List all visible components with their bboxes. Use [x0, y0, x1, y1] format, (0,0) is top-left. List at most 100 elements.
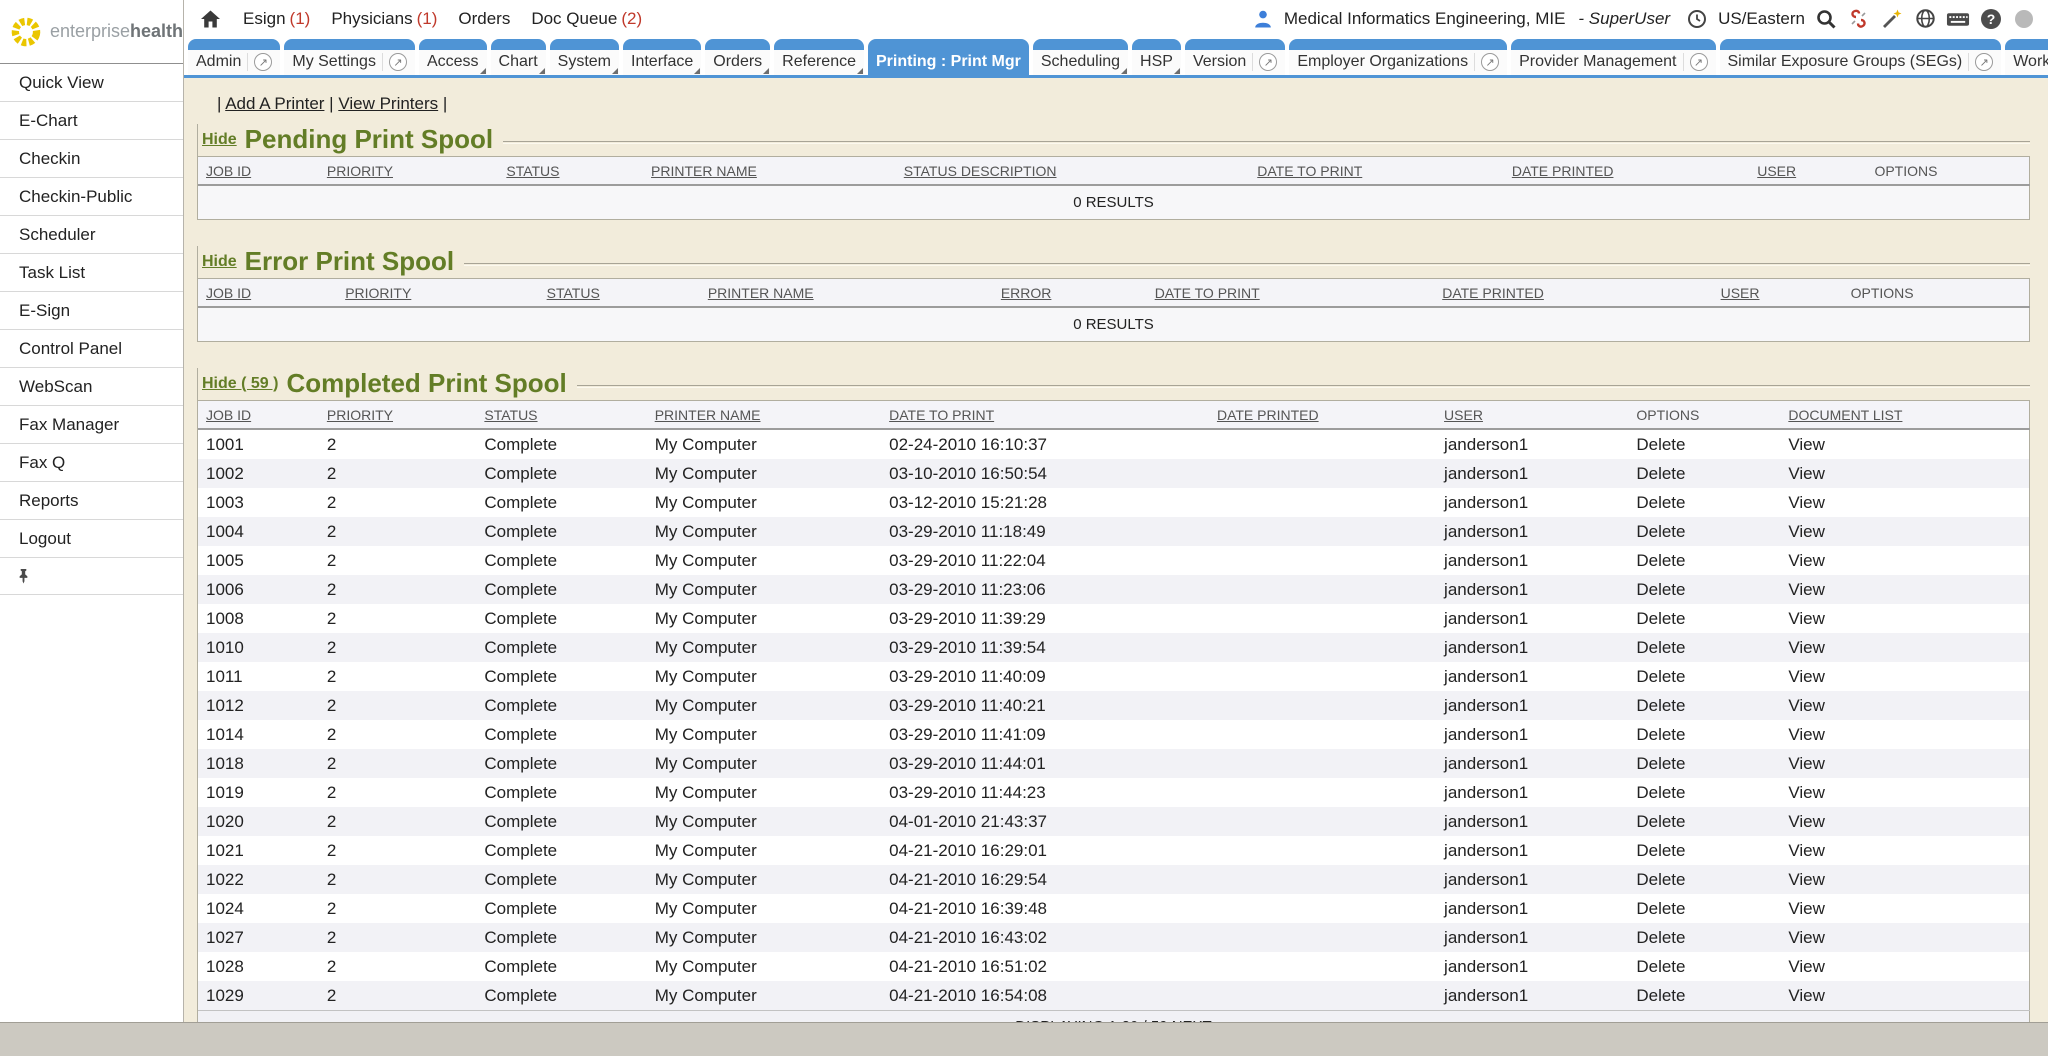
column-header-label[interactable]: ERROR: [1001, 285, 1052, 301]
column-header-label[interactable]: PRINTER NAME: [651, 163, 757, 179]
column-header-label[interactable]: USER: [1757, 163, 1796, 179]
delete-link[interactable]: Delete: [1636, 957, 1685, 976]
tab-work-locations[interactable]: Work Locations↗: [2005, 39, 2048, 75]
topbar-item-orders[interactable]: Orders: [458, 9, 510, 29]
view-link[interactable]: View: [1788, 638, 1825, 657]
tab-interface[interactable]: Interface: [623, 39, 701, 75]
column-header-date-printed[interactable]: DATE PRINTED: [1434, 279, 1712, 308]
organization-name[interactable]: Medical Informatics Engineering, MIE: [1284, 9, 1566, 29]
keyboard-icon[interactable]: [1946, 7, 1970, 31]
column-header-label[interactable]: STATUS: [547, 285, 600, 301]
column-header-label[interactable]: DATE TO PRINT: [1155, 285, 1260, 301]
view-link[interactable]: View: [1788, 464, 1825, 483]
delete-link[interactable]: Delete: [1636, 754, 1685, 773]
column-header-label[interactable]: DATE TO PRINT: [889, 407, 994, 423]
magic-wand-icon[interactable]: [1880, 7, 1904, 31]
sidebar-pin-button[interactable]: [0, 558, 183, 595]
tab-printing-print-mgr[interactable]: Printing : Print Mgr: [868, 39, 1029, 75]
column-header-label[interactable]: JOB ID: [206, 163, 251, 179]
tab-chart[interactable]: Chart: [491, 39, 546, 75]
column-header-label[interactable]: DATE PRINTED: [1217, 407, 1319, 423]
tab-admin[interactable]: Admin↗: [188, 39, 280, 75]
tab-system[interactable]: System: [550, 39, 619, 75]
open-in-new-window-icon[interactable]: ↗: [254, 53, 272, 71]
column-header-printer-name[interactable]: PRINTER NAME: [647, 401, 881, 430]
column-header-label[interactable]: DATE PRINTED: [1442, 285, 1544, 301]
delete-link[interactable]: Delete: [1636, 580, 1685, 599]
delete-link[interactable]: Delete: [1636, 812, 1685, 831]
tab-similar-exposure-groups-segs[interactable]: Similar Exposure Groups (SEGs)↗: [1720, 39, 2002, 75]
column-header-label[interactable]: PRIORITY: [327, 407, 393, 423]
delete-link[interactable]: Delete: [1636, 928, 1685, 947]
view-link[interactable]: View: [1788, 870, 1825, 889]
column-header-label[interactable]: PRIORITY: [327, 163, 393, 179]
open-in-new-window-icon[interactable]: ↗: [389, 53, 407, 71]
topbar-item-esign[interactable]: Esign(1): [243, 9, 310, 29]
view-link[interactable]: View: [1788, 493, 1825, 512]
delete-link[interactable]: Delete: [1636, 696, 1685, 715]
sidebar-item-webscan[interactable]: WebScan: [0, 368, 183, 406]
sidebar-item-checkin-public[interactable]: Checkin-Public: [0, 178, 183, 216]
tab-access[interactable]: Access: [419, 39, 487, 75]
delete-link[interactable]: Delete: [1636, 493, 1685, 512]
column-header-user[interactable]: USER: [1436, 401, 1628, 430]
sidebar-item-reports[interactable]: Reports: [0, 482, 183, 520]
column-header-date-to-print[interactable]: DATE TO PRINT: [1249, 157, 1504, 186]
column-header-priority[interactable]: PRIORITY: [319, 401, 477, 430]
tab-my-settings[interactable]: My Settings↗: [284, 39, 415, 75]
view-link[interactable]: View: [1788, 754, 1825, 773]
column-header-date-printed[interactable]: DATE PRINTED: [1209, 401, 1436, 430]
column-header-printer-name[interactable]: PRINTER NAME: [643, 157, 896, 186]
sidebar-item-quick-view[interactable]: Quick View: [0, 64, 183, 102]
tab-reference[interactable]: Reference: [774, 39, 864, 75]
completed-hide-link[interactable]: Hide ( 59 ): [202, 375, 278, 393]
view-link[interactable]: View: [1788, 986, 1825, 1005]
tab-provider-management[interactable]: Provider Management↗: [1511, 39, 1715, 75]
open-in-new-window-icon[interactable]: ↗: [1259, 53, 1277, 71]
view-link[interactable]: View: [1788, 580, 1825, 599]
column-header-status-description[interactable]: STATUS DESCRIPTION: [896, 157, 1249, 186]
delete-link[interactable]: Delete: [1636, 899, 1685, 918]
column-header-date-printed[interactable]: DATE PRINTED: [1504, 157, 1749, 186]
open-in-new-window-icon[interactable]: ↗: [1690, 53, 1708, 71]
column-header-printer-name[interactable]: PRINTER NAME: [700, 279, 993, 308]
column-header-label[interactable]: STATUS: [484, 407, 537, 423]
delete-link[interactable]: Delete: [1636, 435, 1685, 454]
search-icon[interactable]: [1814, 7, 1838, 31]
delete-link[interactable]: Delete: [1636, 783, 1685, 802]
column-header-job-id[interactable]: JOB ID: [198, 157, 319, 186]
column-header-job-id[interactable]: JOB ID: [198, 279, 337, 308]
tab-hsp[interactable]: HSP: [1132, 39, 1181, 75]
view-link[interactable]: View: [1788, 928, 1825, 947]
delete-link[interactable]: Delete: [1636, 464, 1685, 483]
column-header-label[interactable]: PRINTER NAME: [655, 407, 761, 423]
help-icon[interactable]: ?: [1979, 7, 2003, 31]
column-header-label[interactable]: PRINTER NAME: [708, 285, 814, 301]
column-header-user[interactable]: USER: [1749, 157, 1866, 186]
topbar-item-physicians[interactable]: Physicians(1): [331, 9, 437, 29]
view-printers-link[interactable]: View Printers: [338, 94, 438, 113]
column-header-label[interactable]: USER: [1721, 285, 1760, 301]
delete-link[interactable]: Delete: [1636, 667, 1685, 686]
view-link[interactable]: View: [1788, 812, 1825, 831]
column-header-label[interactable]: DATE PRINTED: [1512, 163, 1614, 179]
sidebar-item-logout[interactable]: Logout: [0, 520, 183, 558]
view-link[interactable]: View: [1788, 609, 1825, 628]
broken-link-icon[interactable]: [1847, 7, 1871, 31]
timezone-label[interactable]: US/Eastern: [1718, 9, 1805, 29]
globe-icon[interactable]: [1913, 7, 1937, 31]
sidebar-item-fax-manager[interactable]: Fax Manager: [0, 406, 183, 444]
view-link[interactable]: View: [1788, 725, 1825, 744]
column-header-status[interactable]: STATUS: [498, 157, 643, 186]
view-link[interactable]: View: [1788, 435, 1825, 454]
column-header-priority[interactable]: PRIORITY: [319, 157, 498, 186]
view-link[interactable]: View: [1788, 899, 1825, 918]
open-in-new-window-icon[interactable]: ↗: [1481, 53, 1499, 71]
column-header-status[interactable]: STATUS: [539, 279, 700, 308]
delete-link[interactable]: Delete: [1636, 870, 1685, 889]
column-header-label[interactable]: JOB ID: [206, 407, 251, 423]
sidebar-item-e-sign[interactable]: E-Sign: [0, 292, 183, 330]
add-a-printer-link[interactable]: Add A Printer: [225, 94, 324, 113]
view-link[interactable]: View: [1788, 522, 1825, 541]
column-header-status[interactable]: STATUS: [476, 401, 646, 430]
